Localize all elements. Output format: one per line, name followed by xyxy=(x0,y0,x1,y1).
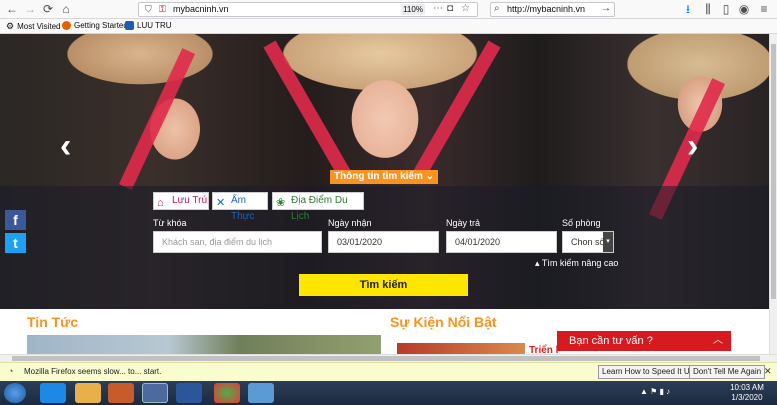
tab-am-thuc[interactable]: ✕ Ẩm Thực xyxy=(212,192,268,222)
utensils-icon: ✕ xyxy=(216,197,226,209)
hotel-icon: ⌂ xyxy=(157,197,164,209)
search-bar[interactable]: ⌕ http://mybacninh.vn → xyxy=(490,2,615,17)
clock[interactable]: 10:03 AM 1/3/2020 xyxy=(727,383,767,403)
chevron-down-icon: ⌄ xyxy=(425,171,435,182)
ribbon-decoration xyxy=(118,48,196,190)
scrollbar-thumb[interactable] xyxy=(12,356,760,361)
page-content: ‹ › Thông tin tìm kiếm ⌄ ⌂ Lưu Trú ✕ Ẩm … xyxy=(0,34,769,354)
chevron-up-icon[interactable]: ︿ xyxy=(713,331,723,351)
app-icon[interactable] xyxy=(248,383,274,403)
menu-icon[interactable]: ≡ xyxy=(756,2,772,17)
tab-luu-tru[interactable]: ⌂ Lưu Trú xyxy=(153,192,209,210)
insecure-lock-icon[interactable]: ⚿ xyxy=(159,4,166,15)
gear-icon: ⚙ xyxy=(6,21,15,31)
advanced-search-text: Tìm kiếm nâng cao xyxy=(541,258,619,268)
keyword-label: Từ khóa xyxy=(153,218,187,228)
ie-icon[interactable] xyxy=(40,383,66,403)
news-section-title: Tin Tức xyxy=(27,314,79,330)
back-icon[interactable]: ← xyxy=(4,2,20,17)
bookmarks-bar: ⚙ Most Visited Getting Started LUU TRU xyxy=(0,19,777,34)
event-title[interactable]: Triển l xyxy=(529,345,558,354)
ribbon-decoration xyxy=(413,40,501,178)
event-image[interactable] xyxy=(397,343,525,354)
triangle-up-icon: ▴ xyxy=(535,258,540,268)
taskbar: ▲ ⚑ ▮ ♪ 10:03 AM 1/3/2020 xyxy=(0,381,777,405)
advanced-search-link[interactable]: ▴ Tìm kiếm nâng cao xyxy=(535,258,618,269)
forward-icon[interactable]: → xyxy=(22,2,38,17)
page-actions-icon[interactable]: ⋯ xyxy=(433,3,443,14)
shield-icon[interactable]: ⛉ xyxy=(145,4,152,15)
system-tray-icons[interactable]: ▲ ⚑ ▮ ♪ xyxy=(640,387,720,399)
library-icon[interactable]: ⫼ xyxy=(700,2,716,17)
explorer-folder-icon[interactable] xyxy=(75,383,101,403)
events-section-title: Sự Kiện Nổi Bật xyxy=(390,314,497,330)
close-icon[interactable]: ✕ xyxy=(764,366,772,377)
learn-speed-button[interactable]: Learn How to Speed It Up xyxy=(598,365,699,379)
browser-toolbar: ← → ⟳ ⌂ ⛉ ⚿ mybacninh.vn 110% ⋯ ◘ ☆ ⌕ ht… xyxy=(0,0,777,19)
home-icon[interactable]: ⌂ xyxy=(58,2,74,17)
search-panel-title: Thông tin tìm kiếm ⌄ xyxy=(330,170,438,184)
sidebar-icon[interactable]: ▯ xyxy=(718,2,734,17)
rooms-label: Số phòng xyxy=(562,218,601,228)
search-button[interactable]: Tìm kiếm xyxy=(299,274,468,296)
search-panel-title-text: Thông tin tìm kiếm xyxy=(333,171,423,182)
media-player-icon[interactable] xyxy=(108,383,134,403)
prev-slide-icon[interactable]: ‹ xyxy=(60,129,71,163)
clock-date: 1/3/2020 xyxy=(731,393,763,402)
url-text[interactable]: mybacninh.vn xyxy=(173,4,229,14)
zoom-level[interactable]: 110% xyxy=(401,4,425,15)
chat-label: Bạn cần tư vấn ? xyxy=(569,335,653,347)
chrome-icon[interactable] xyxy=(214,383,240,403)
rooms-select-value: Chon số xyxy=(571,237,605,247)
download-icon[interactable]: ⭳ xyxy=(680,2,696,17)
url-bar[interactable]: ⛉ ⚿ mybacninh.vn 110% ⋯ ◘ ☆ xyxy=(138,2,478,17)
search-icon: ⌕ xyxy=(494,3,500,14)
ribbon-decoration xyxy=(263,40,351,178)
tab-label: Lưu Trú xyxy=(172,195,208,206)
facebook-icon[interactable]: f xyxy=(5,210,26,230)
bookmark-star-icon[interactable]: ☆ xyxy=(461,3,470,14)
next-slide-icon[interactable]: › xyxy=(687,129,698,163)
bookmark-getting-started[interactable]: Getting Started xyxy=(62,21,128,30)
scrollbar-thumb[interactable] xyxy=(771,44,776,299)
chat-widget[interactable]: Bạn cần tư vấn ? ︿ xyxy=(557,331,731,351)
dropdown-arrow-icon[interactable]: ▾ xyxy=(603,232,613,252)
tab-dia-diem[interactable]: ❀ Địa Điểm Du Lịch xyxy=(272,192,364,222)
go-arrow-icon[interactable]: → xyxy=(601,3,611,14)
checkin-date-input[interactable]: 03/01/2020 xyxy=(328,231,439,253)
checkin-label: Ngày nhận xyxy=(328,218,372,228)
twitter-icon[interactable]: t xyxy=(5,233,26,253)
bookmark-label: Most Visited xyxy=(17,22,61,31)
vertical-scrollbar[interactable] xyxy=(769,34,777,354)
notification-bar: ◔ Mozilla Firefox seems slow... to... st… xyxy=(0,362,777,381)
landscape-icon: ❀ xyxy=(276,197,286,209)
reload-icon[interactable]: ⟳ xyxy=(40,2,56,17)
bookmark-most-visited[interactable]: ⚙ Most Visited xyxy=(6,21,61,32)
dont-tell-button[interactable]: Don't Tell Me Again xyxy=(689,365,766,379)
rooms-select[interactable]: Chon số ▾ xyxy=(562,231,614,253)
firefox-icon xyxy=(62,21,71,30)
news-image[interactable] xyxy=(27,335,381,354)
account-icon[interactable]: ◉ xyxy=(736,2,752,17)
checkout-label: Ngày trả xyxy=(446,218,481,228)
horizontal-scrollbar[interactable] xyxy=(0,354,777,362)
word-icon[interactable] xyxy=(176,383,202,403)
tab-label: Ẩm Thực xyxy=(231,195,255,222)
search-bar-text[interactable]: http://mybacninh.vn xyxy=(507,4,585,14)
notification-message: Mozilla Firefox seems slow... to... star… xyxy=(24,367,162,376)
info-icon: ◔ xyxy=(8,366,14,376)
bookmark-label: LUU TRU xyxy=(137,21,172,30)
firefox-taskbar-icon[interactable] xyxy=(142,383,168,403)
start-button-icon[interactable] xyxy=(4,383,26,403)
pocket-icon[interactable]: ◘ xyxy=(447,3,453,14)
checkout-date-input[interactable]: 04/01/2020 xyxy=(446,231,557,253)
keyword-input[interactable]: Khách san, địa điểm du lịch xyxy=(153,231,322,253)
clock-time: 10:03 AM xyxy=(730,383,764,392)
bookmark-luu-tru[interactable]: LUU TRU xyxy=(125,21,172,30)
site-icon xyxy=(125,21,134,30)
bookmark-label: Getting Started xyxy=(74,21,128,30)
